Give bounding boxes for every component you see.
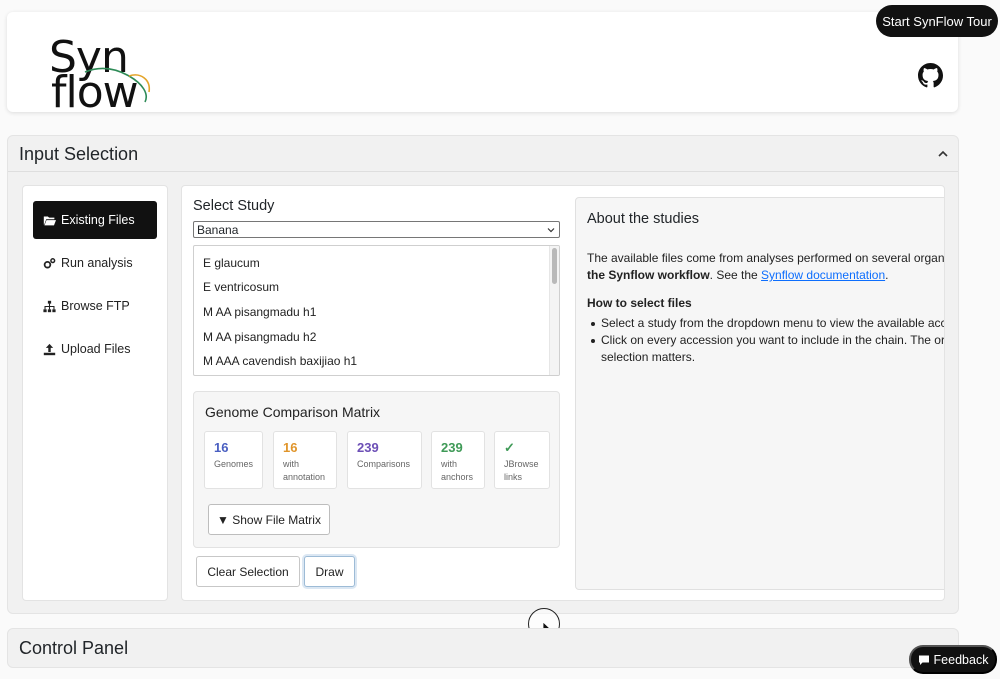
stat-label: Comparisons [357,459,411,469]
nav-label: Run analysis [61,256,133,270]
draw-button[interactable]: Draw [304,556,355,587]
nav-label: Upload Files [61,342,131,356]
genome-list-scrollbar[interactable] [549,246,559,375]
genome-comparison-matrix: Genome Comparison Matrix 16 Genomes 16 w… [193,391,560,548]
stat-with-anchors: 239 with anchors [431,431,485,489]
stat-comparisons: 239 Comparisons [347,431,422,489]
nav-label: Browse FTP [61,299,130,313]
genome-list[interactable]: E glaucum E ventricosum M AA pisangmadu … [193,245,560,376]
stat-label: with anchors [441,459,474,482]
list-item[interactable]: E glaucum [203,256,260,270]
about-description: The available files come from analyses p… [587,251,945,282]
list-item: Click on every accession you want to inc… [587,332,944,349]
about-studies-card: About the studies The available files co… [575,197,945,590]
stat-label: Genomes [214,459,254,469]
nav-label: Existing Files [61,213,135,227]
list-item[interactable]: E ventricosum [203,280,279,294]
study-select-value: Banana [197,222,239,237]
nav-browse-ftp[interactable]: Browse FTP [33,287,157,325]
folder-open-icon [43,215,56,225]
input-selection-panel: Input Selection Existing Files Run analy… [7,135,959,614]
logo-swoosh-icon [84,67,151,103]
study-select[interactable]: Banana [193,221,560,238]
chevron-up-icon[interactable] [937,148,949,160]
synflow-documentation-link[interactable]: Synflow documentation [761,268,885,282]
list-item: Select a study from the dropdown menu to… [587,315,944,332]
scroll-thumb[interactable] [552,248,557,284]
stat-label: with annotation [283,459,326,482]
matrix-title: Genome Comparison Matrix [205,404,381,420]
stat-jbrowse-links: ✓ JBrowse links [494,431,550,489]
synflow-logo[interactable]: Syn flow [45,36,155,115]
nav-upload-files[interactable]: Upload Files [33,330,157,368]
about-title: About the studies [587,211,700,227]
sidebar: Existing Files Run analysis Browse FTP U… [22,185,168,601]
list-item[interactable]: M AA pisangmadu h2 [203,330,316,344]
howto-title: How to select files [587,296,692,310]
comment-icon [918,655,929,665]
input-selection-header[interactable]: Input Selection [8,136,958,172]
howto-list: Select a study from the dropdown menu to… [587,315,944,366]
clear-selection-button[interactable]: Clear Selection [196,556,300,587]
feedback-button[interactable]: Feedback [909,645,997,674]
control-panel[interactable]: Control Panel [7,628,959,668]
sitemap-icon [43,300,56,312]
stat-value: 16 [214,440,229,455]
list-item[interactable]: M AAA cavendish baxijiao h1 [203,354,357,368]
control-panel-title: Control Panel [19,638,129,658]
stat-genomes: 16 Genomes [204,431,263,489]
feedback-label: Feedback [933,652,989,667]
check-icon: ✓ [504,440,515,455]
chevron-down-icon [547,228,555,233]
start-tour-button[interactable]: Start SynFlow Tour [876,5,998,37]
list-item[interactable]: M AA pisangmadu h1 [203,305,316,319]
nav-existing-files[interactable]: Existing Files [33,201,157,239]
select-study-title: Select Study [193,198,275,214]
stat-value: 239 [357,440,379,455]
header: Syn flow [7,12,958,115]
main-content: Select Study Banana E glaucum E ventrico… [181,185,945,601]
stat-value: 239 [441,440,463,455]
github-icon[interactable] [918,63,943,88]
input-selection-title: Input Selection [19,144,139,164]
nav-run-analysis[interactable]: Run analysis [33,244,157,282]
stat-value: 16 [283,440,298,455]
stat-with-annotation: 16 with annotation [273,431,337,489]
show-file-matrix-button[interactable]: ▼ Show File Matrix [208,504,330,535]
upload-icon [43,343,56,355]
stat-label: JBrowse links [504,459,539,482]
gears-icon [43,257,56,268]
list-item-continuation: selection matters. [601,350,696,364]
